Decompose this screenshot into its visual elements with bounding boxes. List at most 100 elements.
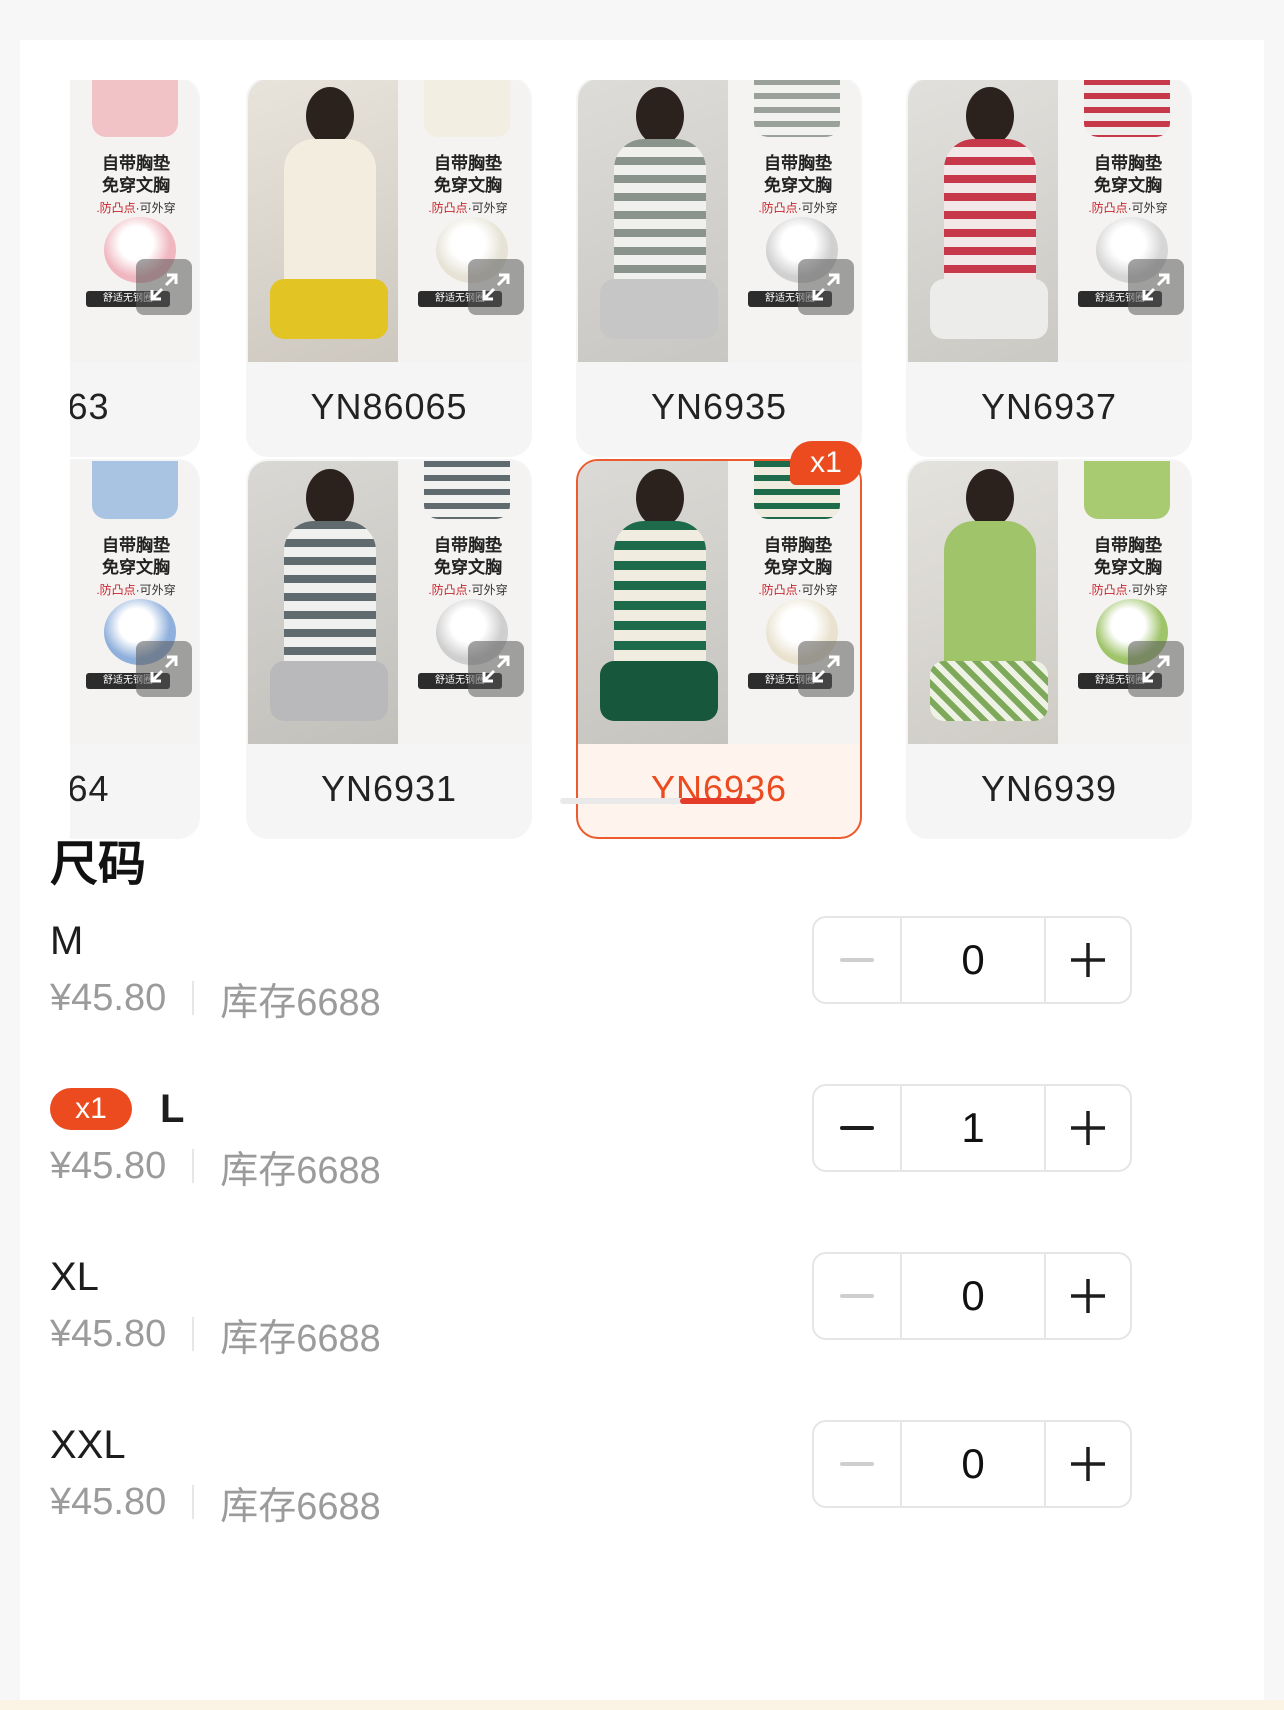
size-count-badge: x1 [50, 1088, 132, 1130]
promo-text: 自带胸垫 免穿文胸 .防凸点·可外穿 [428, 154, 508, 215]
model-pants [930, 661, 1048, 721]
expand-icon[interactable] [136, 641, 192, 697]
size-row-xl: XL ¥45.80 库存6688 0 [50, 1252, 1240, 1382]
divider [192, 1317, 195, 1351]
variant-thumbnail: 自带胸垫 免穿文胸 .防凸点·可外穿 舒适无钢圈 [248, 461, 530, 744]
size-price: ¥45.80 [50, 976, 167, 1019]
size-stock: 库存6688 [220, 1149, 381, 1192]
expand-icon[interactable] [1128, 259, 1184, 315]
expand-icon[interactable] [798, 641, 854, 697]
model-pants [270, 279, 388, 339]
detail-photo: 自带胸垫 免穿文胸 .防凸点·可外穿 舒适无钢圈 [728, 80, 860, 362]
variant-code: YN6936 [650, 768, 788, 809]
variant-card[interactable]: 自带胸垫 免穿文胸 .防凸点·可外穿 舒适无钢圈 YN6935 [576, 80, 862, 457]
model-top [944, 139, 1036, 289]
variant-card[interactable]: 自带胸垫 免穿文胸 .防凸点·可外穿 舒适无钢圈 86063 [70, 80, 200, 457]
expand-icon[interactable] [798, 259, 854, 315]
detail-photo: 自带胸垫 免穿文胸 .防凸点·可外穿 舒适无钢圈 [728, 461, 860, 744]
variant-thumbnail: 自带胸垫 免穿文胸 .防凸点·可外穿 舒适无钢圈 [70, 80, 198, 362]
promo-text: 自带胸垫 免穿文胸 .防凸点·可外穿 [96, 154, 176, 215]
model-head [636, 87, 684, 145]
variant-code: YN6939 [980, 768, 1118, 809]
promo-text: 自带胸垫 免穿文胸 .防凸点·可外穿 [1088, 154, 1168, 215]
garment-preview [1084, 461, 1170, 519]
quantity-stepper: 0 [812, 1252, 1132, 1340]
quantity-value[interactable]: 0 [900, 1422, 1044, 1506]
variant-card[interactable]: 自带胸垫 免穿文胸 .防凸点·可外穿 舒适无钢圈 YN6939 [906, 459, 1192, 839]
variant-code: YN86065 [310, 386, 468, 427]
model-top [614, 139, 706, 289]
minus-icon[interactable] [814, 1086, 900, 1170]
size-price: ¥45.80 [50, 1144, 167, 1187]
quantity-stepper: 1 [812, 1084, 1132, 1172]
minus-icon[interactable] [814, 1254, 900, 1338]
variant-thumbnail: 自带胸垫 免穿文胸 .防凸点·可外穿 舒适无钢圈 [908, 80, 1190, 362]
minus-icon[interactable] [814, 1422, 900, 1506]
size-stock: 库存6688 [220, 981, 381, 1024]
model-photo [578, 80, 728, 362]
model-head [966, 87, 1014, 145]
detail-photo: 自带胸垫 免穿文胸 .防凸点·可外穿 舒适无钢圈 [398, 80, 530, 362]
product-variant-carousel[interactable]: 自带胸垫 免穿文胸 .防凸点·可外穿 舒适无钢圈 86063 [70, 80, 1240, 840]
size-row-l: x1 L ¥45.80 库存6688 1 [50, 1084, 1240, 1214]
model-pants [930, 279, 1048, 339]
minus-icon[interactable] [814, 918, 900, 1002]
size-name: XXL [50, 1422, 126, 1467]
quantity-value[interactable]: 0 [900, 1254, 1044, 1338]
variant-thumbnail: 自带胸垫 免穿文胸 .防凸点·可外穿 舒适无钢圈 [578, 80, 860, 362]
detail-photo: 自带胸垫 免穿文胸 .防凸点·可外穿 舒适无钢圈 [70, 461, 198, 744]
expand-icon[interactable] [1128, 641, 1184, 697]
expand-icon[interactable] [468, 259, 524, 315]
size-price: ¥45.80 [50, 1312, 167, 1355]
quantity-value[interactable]: 0 [900, 918, 1044, 1002]
model-top [944, 521, 1036, 671]
promo-text: 自带胸垫 免穿文胸 .防凸点·可外穿 [428, 536, 508, 597]
promo-text: 自带胸垫 免穿文胸 .防凸点·可外穿 [758, 536, 838, 597]
model-top [614, 521, 706, 671]
variant-card[interactable]: 自带胸垫 免穿文胸 .防凸点·可外穿 舒适无钢圈 86064 [70, 459, 200, 839]
model-head [306, 87, 354, 145]
size-name: XL [50, 1254, 99, 1299]
bottom-strip [0, 1700, 1284, 1710]
divider [192, 1149, 195, 1183]
quantity-value[interactable]: 1 [900, 1086, 1044, 1170]
garment-preview [424, 461, 510, 519]
variant-card-selected[interactable]: 自带胸垫 免穿文胸 .防凸点·可外穿 舒适无钢圈 YN6936 x1 [576, 441, 862, 839]
model-photo [908, 80, 1058, 362]
plus-icon[interactable] [1044, 1422, 1130, 1506]
variant-code: YN6937 [980, 386, 1118, 427]
model-photo [248, 461, 398, 744]
promo-text: 自带胸垫 免穿文胸 .防凸点·可外穿 [758, 154, 838, 215]
model-head [966, 469, 1014, 527]
detail-photo: 自带胸垫 免穿文胸 .防凸点·可外穿 舒适无钢圈 [70, 80, 198, 362]
model-top [284, 521, 376, 671]
size-name: L [160, 1086, 185, 1131]
variant-card[interactable]: 自带胸垫 免穿文胸 .防凸点·可外穿 舒适无钢圈 YN6931 [246, 459, 532, 839]
model-pants [600, 661, 718, 721]
detail-photo: 自带胸垫 免穿文胸 .防凸点·可外穿 舒适无钢圈 [1058, 461, 1190, 744]
promo-text: 自带胸垫 免穿文胸 .防凸点·可外穿 [1088, 536, 1168, 597]
variant-card[interactable]: 自带胸垫 免穿文胸 .防凸点·可外穿 舒适无钢圈 YN6937 [906, 80, 1192, 457]
divider [192, 1485, 195, 1519]
model-pants [600, 279, 718, 339]
variant-code: 86063 [70, 386, 110, 427]
model-top [284, 139, 376, 289]
plus-icon[interactable] [1044, 918, 1130, 1002]
detail-photo: 自带胸垫 免穿文胸 .防凸点·可外穿 舒适无钢圈 [1058, 80, 1190, 362]
variant-thumbnail: 自带胸垫 免穿文胸 .防凸点·可外穿 舒适无钢圈 [70, 461, 198, 744]
garment-preview [754, 80, 840, 137]
plus-icon[interactable] [1044, 1086, 1130, 1170]
expand-icon[interactable] [136, 259, 192, 315]
promo-text: 自带胸垫 免穿文胸 .防凸点·可外穿 [96, 536, 176, 597]
model-head [306, 469, 354, 527]
expand-icon[interactable] [468, 641, 524, 697]
variant-thumbnail: 自带胸垫 免穿文胸 .防凸点·可外穿 舒适无钢圈 [908, 461, 1190, 744]
garment-preview [92, 461, 178, 519]
variant-card[interactable]: 自带胸垫 免穿文胸 .防凸点·可外穿 舒适无钢圈 YN86065 [246, 80, 532, 457]
garment-preview [1084, 80, 1170, 137]
plus-icon[interactable] [1044, 1254, 1130, 1338]
size-stock: 库存6688 [220, 1485, 381, 1528]
carousel-page-indicator [560, 798, 756, 804]
size-row-m: M ¥45.80 库存6688 0 [50, 916, 1240, 1046]
carousel-indicator-active [680, 798, 756, 804]
